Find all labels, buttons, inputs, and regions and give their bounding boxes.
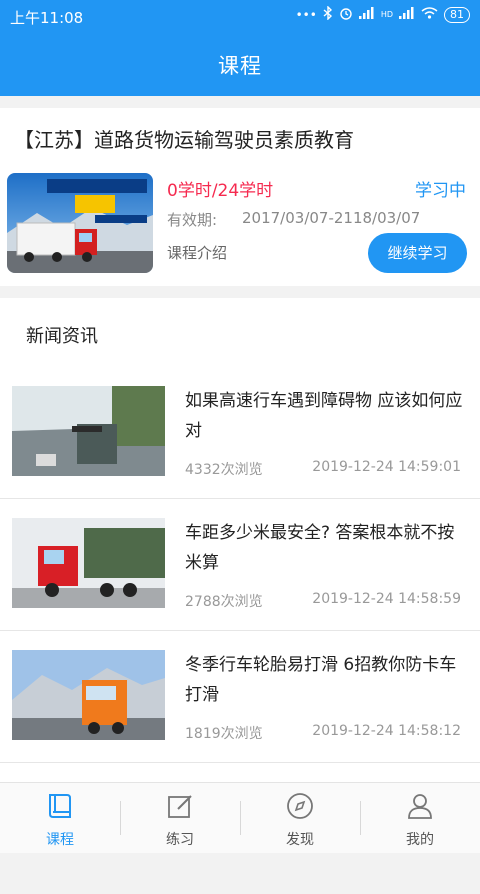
book-icon bbox=[45, 791, 75, 821]
news-section: 新闻资讯 如果高速行车遇到障碍物 应该如何应对 4332次浏览 2019-12-… bbox=[0, 298, 480, 853]
validity-value: 2017/03/07-2118/03/07 bbox=[242, 209, 421, 227]
tab-label: 我的 bbox=[406, 832, 434, 848]
network-type-label: HD bbox=[380, 10, 393, 19]
alarm-icon bbox=[339, 6, 353, 23]
news-title: 冬季行车轮胎易打滑 6招教你防卡车打滑 bbox=[185, 655, 457, 705]
continue-study-button[interactable]: 继续学习 bbox=[368, 233, 467, 273]
tab-label: 练习 bbox=[166, 832, 194, 848]
news-thumbnail bbox=[12, 650, 165, 740]
tab-label: 发现 bbox=[286, 832, 314, 848]
news-date: 2019-12-24 14:59:01 bbox=[312, 459, 461, 475]
signal-icon bbox=[358, 7, 375, 22]
news-list-item[interactable]: 如果高速行车遇到障碍物 应该如何应对 4332次浏览 2019-12-24 14… bbox=[0, 366, 480, 499]
person-icon bbox=[405, 791, 435, 821]
more-dots-icon: ••• bbox=[295, 7, 317, 22]
page-title: 课程 bbox=[218, 54, 262, 78]
news-list-item[interactable]: 冬季行车轮胎易打滑 6招教你防卡车打滑 1819次浏览 2019-12-24 1… bbox=[0, 630, 480, 763]
app-bar: 课程 bbox=[0, 34, 480, 96]
tab-course[interactable]: 课程 bbox=[0, 783, 120, 853]
signal-icon-2 bbox=[399, 7, 415, 22]
tab-discover[interactable]: 发现 bbox=[240, 783, 360, 853]
study-status-badge: 学习中 bbox=[415, 181, 466, 201]
bluetooth-icon bbox=[323, 5, 333, 23]
status-time: 上午11:08 bbox=[10, 9, 84, 27]
course-thumbnail[interactable] bbox=[7, 173, 153, 273]
tab-mine[interactable]: 我的 bbox=[360, 783, 480, 853]
bottom-tab-bar: 课程 练习 发现 我的 bbox=[0, 782, 480, 853]
news-view-count: 4332次浏览 bbox=[185, 462, 263, 478]
news-date: 2019-12-24 14:58:12 bbox=[312, 723, 461, 739]
course-card[interactable]: 【江苏】道路货物运输驾驶员素质教育 0学时/24学时 学习中 有效期: 2017… bbox=[0, 108, 480, 286]
status-bar: 上午11:08 ••• HD 81 bbox=[0, 0, 480, 34]
truck-banner-image bbox=[7, 173, 153, 273]
news-view-count: 1819次浏览 bbox=[185, 726, 263, 742]
course-title: 【江苏】道路货物运输驾驶员素质教育 bbox=[14, 128, 354, 152]
compass-icon bbox=[285, 791, 315, 821]
news-list-item[interactable]: 车距多少米最安全? 答案根本就不按米算 2788次浏览 2019-12-24 1… bbox=[0, 498, 480, 631]
news-title: 车距多少米最安全? 答案根本就不按米算 bbox=[185, 523, 455, 573]
news-thumbnail bbox=[12, 386, 165, 476]
news-title: 如果高速行车遇到障碍物 应该如何应对 bbox=[185, 391, 463, 441]
edit-icon bbox=[165, 791, 195, 821]
validity-label: 有效期: bbox=[167, 211, 218, 229]
news-date: 2019-12-24 14:58:59 bbox=[312, 591, 461, 607]
status-icons: ••• HD 81 bbox=[295, 5, 470, 23]
news-thumbnail bbox=[12, 518, 165, 608]
news-header: 新闻资讯 bbox=[26, 326, 98, 347]
tab-label: 课程 bbox=[46, 832, 74, 848]
course-intro-link[interactable]: 课程介绍 bbox=[167, 242, 227, 263]
tab-practice[interactable]: 练习 bbox=[120, 783, 240, 853]
course-hours: 0学时/24学时 bbox=[167, 181, 274, 201]
battery-indicator: 81 bbox=[444, 6, 470, 23]
wifi-icon bbox=[421, 7, 438, 22]
news-view-count: 2788次浏览 bbox=[185, 594, 263, 610]
